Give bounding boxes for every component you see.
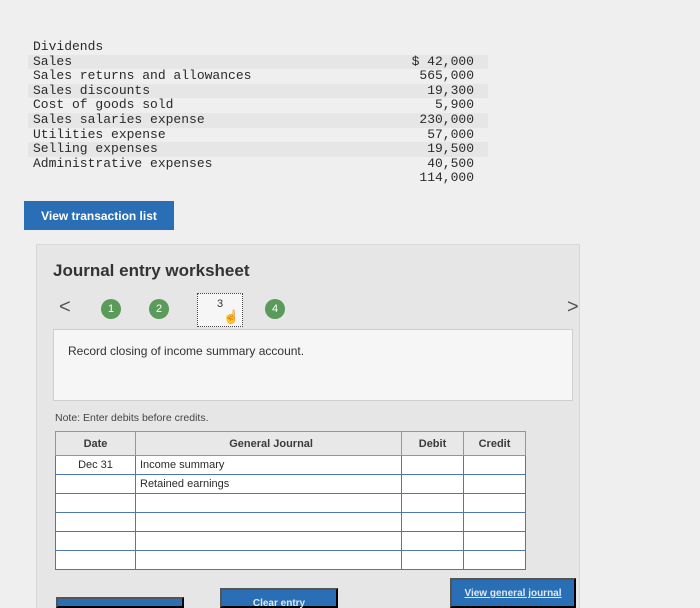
date-cell[interactable] bbox=[55, 512, 136, 532]
account-value: 57,000 bbox=[427, 126, 474, 142]
debit-column-header: Debit bbox=[401, 431, 464, 456]
account-name bbox=[28, 171, 33, 186]
account-row: Sales returns and allowances 565,000 bbox=[28, 69, 488, 84]
entry-note: Note: Enter debits before credits. bbox=[55, 412, 209, 424]
view-general-journal-button[interactable]: View general journal bbox=[450, 578, 576, 608]
account-value bbox=[388, 40, 488, 55]
table-row: Dec 31 Income summary bbox=[55, 455, 526, 475]
worksheet-title: Journal entry worksheet bbox=[53, 261, 250, 280]
step-2-button[interactable]: 2 bbox=[149, 299, 169, 319]
account-name: Sales bbox=[33, 53, 73, 69]
record-entry-button[interactable] bbox=[56, 597, 184, 608]
account-name: Sales returns and allowances bbox=[33, 68, 252, 84]
account-value: $ 42,000 bbox=[411, 53, 474, 69]
account-value: 19,300 bbox=[427, 82, 474, 98]
date-cell[interactable] bbox=[55, 474, 136, 494]
chevron-right-icon[interactable]: > bbox=[567, 296, 579, 319]
debit-cell[interactable] bbox=[401, 550, 464, 570]
debit-cell[interactable] bbox=[401, 455, 464, 475]
account-cell[interactable] bbox=[135, 512, 402, 532]
date-column-header: Date bbox=[55, 431, 136, 456]
credit-cell[interactable] bbox=[463, 550, 526, 570]
table-row bbox=[55, 493, 526, 513]
account-row: Cost of goods sold 5,900 bbox=[28, 98, 488, 113]
table-header-row: Date General Journal Debit Credit bbox=[55, 431, 526, 456]
debit-cell[interactable] bbox=[401, 512, 464, 532]
general-journal-table: Date General Journal Debit Credit Dec 31… bbox=[55, 431, 526, 570]
account-value: 40,500 bbox=[427, 155, 474, 171]
account-value: 5,900 bbox=[434, 97, 474, 113]
credit-cell[interactable] bbox=[463, 493, 526, 513]
step-1-button[interactable]: 1 bbox=[101, 299, 121, 319]
account-cell[interactable] bbox=[135, 493, 402, 513]
account-name: Sales salaries expense bbox=[33, 111, 205, 127]
account-row: 114,000 bbox=[28, 171, 488, 186]
account-name: Selling expenses bbox=[33, 141, 158, 157]
general-journal-column-header: General Journal bbox=[135, 431, 402, 456]
task-text: Record closing of income summary account… bbox=[68, 344, 305, 358]
credit-cell[interactable] bbox=[463, 531, 526, 551]
step-4-button[interactable]: 4 bbox=[265, 299, 285, 319]
table-row: Retained earnings bbox=[55, 474, 526, 494]
table-row bbox=[55, 512, 526, 532]
account-name: Sales discounts bbox=[33, 82, 151, 98]
task-instruction-box: Record closing of income summary account… bbox=[53, 329, 573, 401]
clear-entry-button[interactable]: Clear entry bbox=[220, 588, 338, 608]
account-row: Administrative expenses 40,500 bbox=[28, 155, 488, 172]
account-name: Dividends bbox=[33, 39, 104, 54]
account-row: Selling expenses 19,500 bbox=[28, 142, 488, 157]
credit-cell[interactable] bbox=[463, 455, 526, 475]
account-list: Dividends Sales $ 42,000 Sales returns an… bbox=[28, 39, 488, 186]
account-row: Sales discounts 19,300 bbox=[28, 82, 488, 99]
pointer-hand-icon: ☝ bbox=[223, 309, 240, 324]
account-cell[interactable] bbox=[135, 531, 402, 551]
credit-column-header: Credit bbox=[463, 431, 526, 456]
table-row bbox=[55, 531, 526, 551]
date-cell[interactable] bbox=[55, 550, 136, 570]
view-transaction-list-button[interactable]: View transaction list bbox=[24, 201, 174, 230]
table-row bbox=[55, 550, 526, 570]
account-value: 114,000 bbox=[419, 170, 474, 186]
account-cell[interactable] bbox=[135, 550, 402, 570]
account-row: Sales salaries expense 230,000 bbox=[28, 111, 488, 128]
account-value: 565,000 bbox=[419, 68, 474, 84]
chevron-left-icon[interactable]: < bbox=[59, 296, 71, 319]
account-name: Administrative expenses bbox=[33, 155, 213, 171]
credit-cell[interactable] bbox=[463, 474, 526, 494]
date-cell[interactable]: Dec 31 bbox=[55, 455, 136, 475]
account-cell[interactable]: Income summary bbox=[135, 455, 402, 475]
account-name: Utilities expense bbox=[33, 126, 166, 142]
date-cell[interactable] bbox=[55, 531, 136, 551]
account-row: Dividends bbox=[28, 39, 488, 55]
date-cell[interactable] bbox=[55, 493, 136, 513]
debit-cell[interactable] bbox=[401, 474, 464, 494]
journal-entry-worksheet: Journal entry worksheet < > 1 2 3 ☝ 4 Re… bbox=[36, 244, 580, 608]
debit-cell[interactable] bbox=[401, 531, 464, 551]
account-cell[interactable]: Retained earnings bbox=[135, 474, 402, 494]
account-value: 19,500 bbox=[427, 141, 474, 157]
credit-cell[interactable] bbox=[463, 512, 526, 532]
account-row: Sales $ 42,000 bbox=[28, 53, 488, 70]
account-row: Utilities expense 57,000 bbox=[28, 126, 488, 143]
debit-cell[interactable] bbox=[401, 493, 464, 513]
account-name: Cost of goods sold bbox=[33, 97, 174, 113]
account-value: 230,000 bbox=[419, 111, 474, 127]
